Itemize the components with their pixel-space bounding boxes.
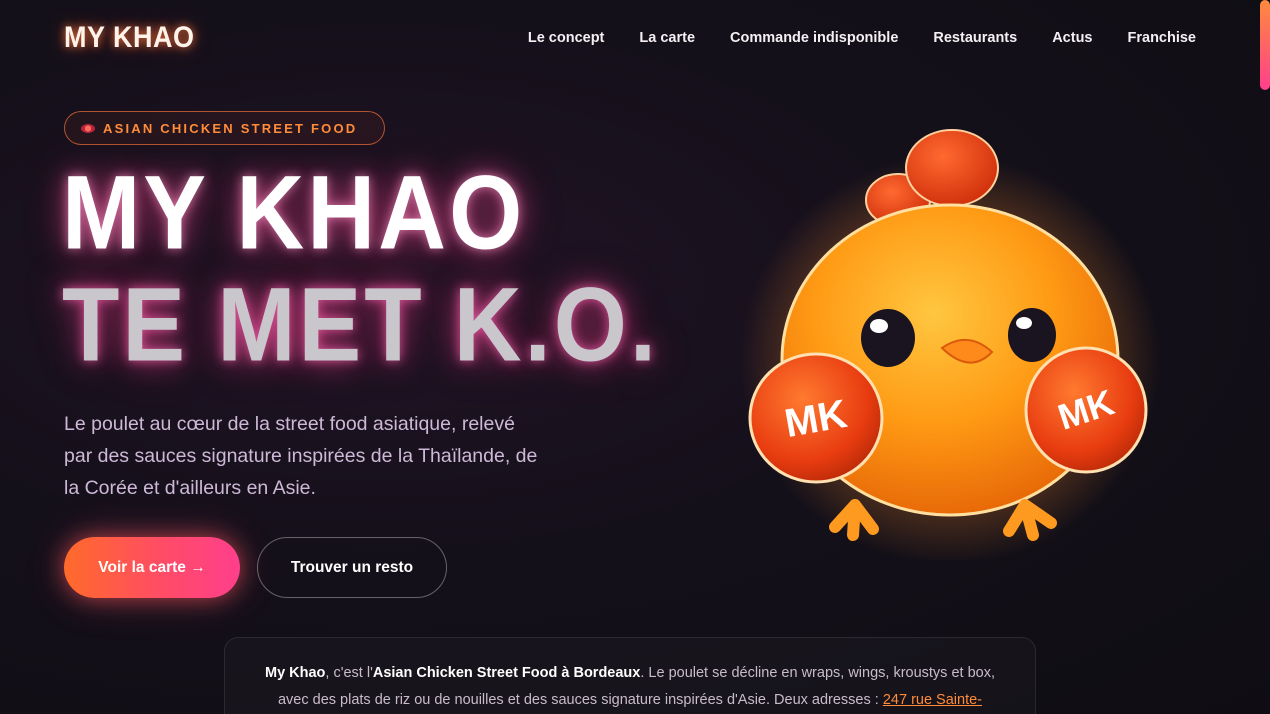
info-card: My Khao, c'est l'Asian Chicken Street Fo… — [224, 637, 1036, 714]
nav-link-actus[interactable]: Actus — [1052, 30, 1092, 46]
category-badge: ASIAN CHICKEN STREET FOOD — [64, 111, 385, 145]
badge-label: ASIAN CHICKEN STREET FOOD — [103, 120, 358, 136]
nav-link-carte[interactable]: La carte — [639, 30, 695, 46]
nav-link-franchise[interactable]: Franchise — [1128, 30, 1197, 46]
nav-link-commande[interactable]: Commande indisponible — [730, 30, 898, 46]
chicken-mascot-illustration: MK MK — [740, 129, 1160, 560]
chili-icon — [81, 123, 95, 133]
info-text1: , c'est l' — [325, 665, 373, 681]
hero-title-line2: TE MET K.O. — [62, 265, 659, 383]
hero-lead: Le poulet au cœur de la street food asia… — [64, 413, 538, 499]
find-restaurant-button[interactable]: Trouver un resto — [257, 537, 447, 598]
hero-title-line1: MY KHAO — [62, 153, 526, 271]
view-menu-button[interactable]: Voir la carte → — [64, 537, 240, 598]
info-brand: My Khao — [264, 665, 326, 681]
address-link[interactable]: 247 rue Sainte- — [883, 692, 982, 708]
site-logo[interactable]: MY KHAO — [64, 20, 195, 54]
top-nav: MY KHAO Le concept La carte Commande ind… — [0, 0, 1270, 78]
main-menu: Le concept La carte Commande indisponibl… — [528, 30, 1196, 46]
nav-link-concept[interactable]: Le concept — [528, 30, 605, 46]
nav-link-restaurants[interactable]: Restaurants — [933, 30, 1017, 46]
info-highlight: Asian Chicken Street Food à Bordeaux — [372, 665, 641, 681]
